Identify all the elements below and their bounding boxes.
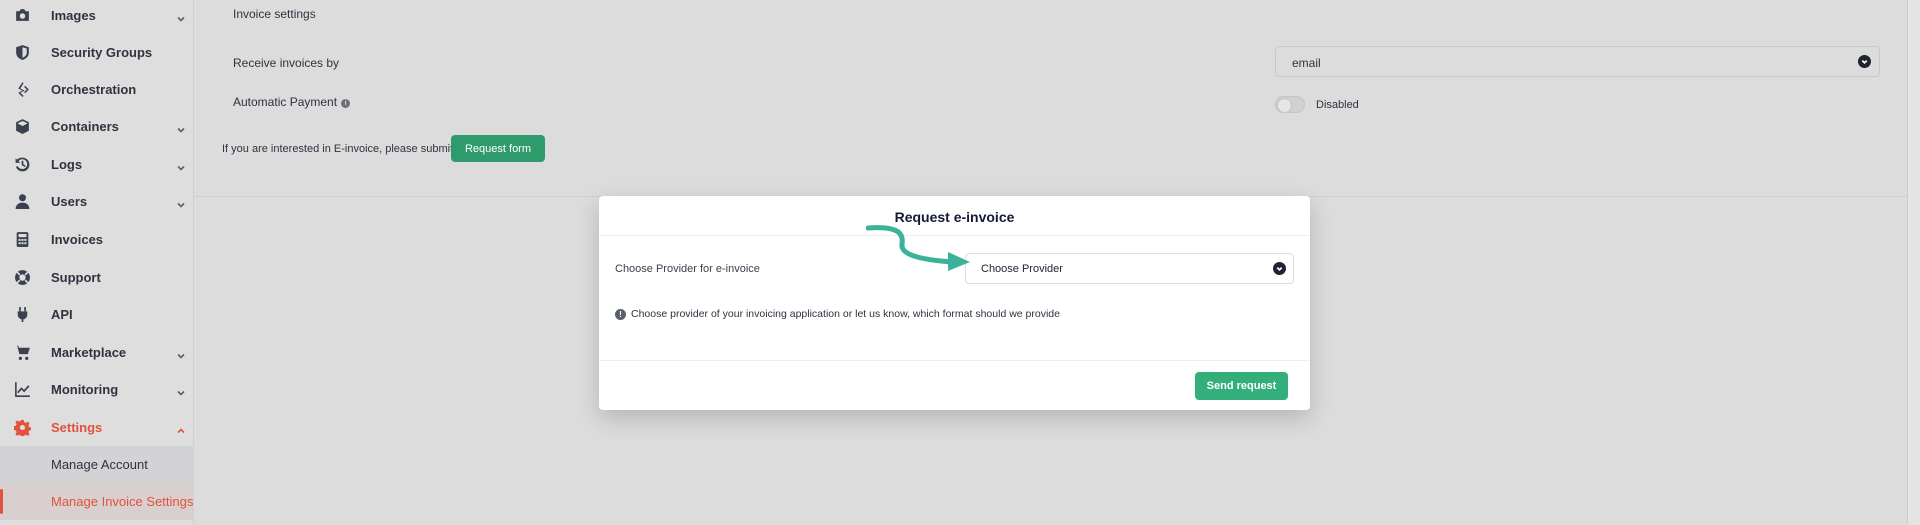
- sidebar-item-api[interactable]: API: [0, 296, 194, 333]
- receive-invoices-select[interactable]: email: [1275, 46, 1880, 77]
- annotation-arrow-icon: [866, 225, 970, 271]
- provider-info: ! Choose provider of your invoicing appl…: [615, 308, 1060, 320]
- sidebar-item-support[interactable]: Support: [0, 259, 194, 296]
- shield-icon: [13, 44, 31, 62]
- sidebar-item-monitoring[interactable]: Monitoring: [0, 371, 194, 408]
- invoice-settings-panel: Invoice settings Receive invoices by Aut…: [195, 0, 1907, 197]
- provider-label: Choose Provider for e-invoice: [615, 263, 760, 275]
- provider-info-text: Choose provider of your invoicing applic…: [631, 308, 1060, 320]
- sidebar-item-images[interactable]: Images: [0, 0, 194, 34]
- automatic-payment-status: Disabled: [1316, 99, 1359, 111]
- info-icon[interactable]: i: [341, 99, 351, 108]
- sidebar-item-label: Monitoring: [51, 382, 119, 397]
- lifebuoy-icon: [13, 269, 31, 287]
- cube-icon: [13, 118, 31, 136]
- history-icon: [13, 156, 31, 174]
- chevron-down-icon: [176, 348, 186, 359]
- section-title: Invoice settings: [233, 7, 316, 21]
- provider-select-value: Choose Provider: [981, 263, 1063, 275]
- gear-icon: [13, 419, 31, 437]
- chevron-down-icon: [176, 385, 186, 396]
- provider-select[interactable]: Choose Provider: [965, 253, 1294, 284]
- orchestration-icon: [13, 81, 31, 99]
- chart-line-icon: [13, 381, 31, 399]
- sidebar-item-label: API: [51, 307, 73, 322]
- sidebar-item-label: Users: [51, 194, 88, 209]
- user-icon: [13, 193, 31, 211]
- sidebar-subitem-manage-invoice-settings[interactable]: Manage Invoice Settings: [0, 483, 194, 520]
- modal-divider: [599, 360, 1310, 361]
- chevron-up-icon: [176, 423, 186, 433]
- info-icon: !: [615, 308, 626, 320]
- automatic-payment-label: Automatic Payment i: [233, 95, 351, 109]
- camera-icon: [13, 7, 31, 25]
- sidebar-item-marketplace[interactable]: Marketplace: [0, 334, 194, 371]
- send-request-button[interactable]: Send request: [1195, 372, 1288, 400]
- sidebar-item-label: Containers: [51, 119, 119, 134]
- sidebar-item-label: Invoices: [51, 232, 104, 247]
- sidebar-item-logs[interactable]: Logs: [0, 146, 194, 183]
- request-form-button[interactable]: Request form: [451, 135, 545, 162]
- automatic-payment-toggle[interactable]: [1275, 96, 1305, 113]
- chevron-down-icon: [176, 122, 186, 133]
- sidebar: Images Security Groups Orchestration Con…: [0, 0, 194, 525]
- sidebar-subitem-label: Manage Account: [51, 457, 148, 472]
- cart-icon: [13, 344, 31, 362]
- sidebar-item-label: Images: [51, 8, 96, 23]
- calculator-icon: [13, 231, 31, 249]
- sidebar-item-label: Orchestration: [51, 82, 137, 97]
- sidebar-item-label: Security Groups: [51, 45, 153, 60]
- plug-icon: [13, 306, 31, 324]
- scrollbar[interactable]: [1907, 0, 1920, 525]
- receive-invoices-label: Receive invoices by: [233, 56, 340, 70]
- sidebar-subitem-label: Manage Invoice Settings: [51, 494, 194, 509]
- sidebar-item-orchestration[interactable]: Orchestration: [0, 71, 194, 108]
- sidebar-item-invoices[interactable]: Invoices: [0, 221, 194, 258]
- sidebar-subitem-manage-account[interactable]: Manage Account: [0, 446, 194, 483]
- chevron-down-icon: [176, 197, 186, 208]
- chevron-down-icon: [1858, 55, 1871, 68]
- chevron-down-icon: [176, 160, 186, 171]
- einvoice-prompt: If you are interested in E-invoice, plea…: [222, 143, 454, 155]
- sidebar-item-containers[interactable]: Containers: [0, 108, 194, 145]
- sidebar-item-label: Settings: [51, 420, 103, 435]
- modal-title: Request e-invoice: [894, 209, 1015, 225]
- automatic-payment-text: Automatic Payment: [233, 95, 338, 109]
- chevron-down-icon: [176, 11, 186, 22]
- receive-invoices-value: email: [1292, 56, 1321, 70]
- sidebar-item-security-groups[interactable]: Security Groups: [0, 34, 194, 71]
- sidebar-item-label: Support: [51, 270, 101, 285]
- sidebar-item-label: Marketplace: [51, 345, 127, 360]
- sidebar-item-users[interactable]: Users: [0, 183, 194, 220]
- sidebar-item-label: Logs: [51, 157, 83, 172]
- sidebar-item-settings[interactable]: Settings: [0, 409, 194, 446]
- chevron-down-icon: [1273, 262, 1286, 275]
